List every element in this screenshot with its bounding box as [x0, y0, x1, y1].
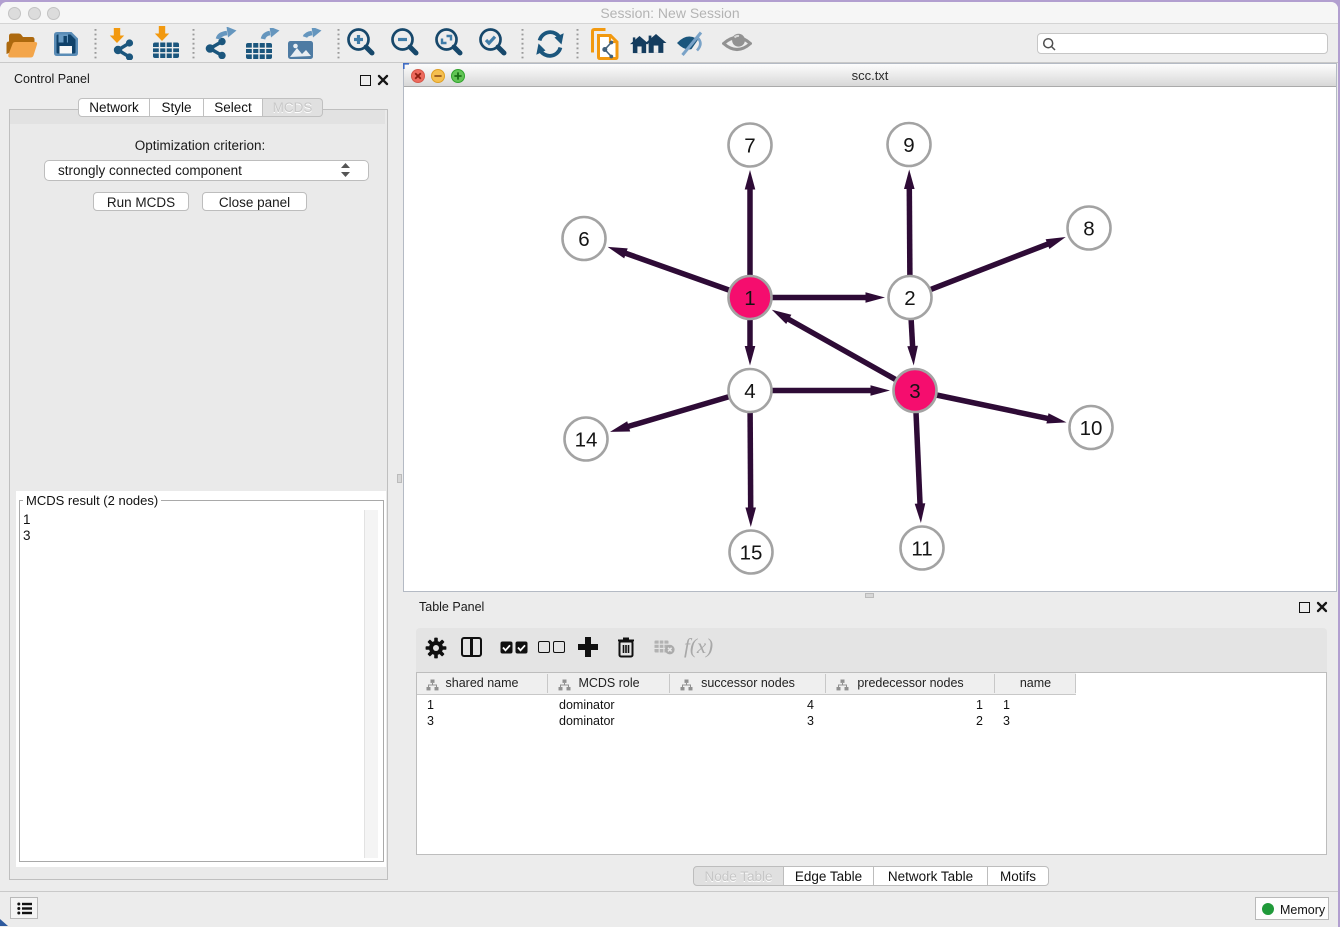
svg-text:4: 4 — [744, 380, 755, 403]
svg-text:15: 15 — [740, 541, 763, 564]
svg-text:1: 1 — [744, 287, 755, 310]
svg-text:10: 10 — [1080, 417, 1103, 440]
svg-text:14: 14 — [575, 428, 598, 451]
svg-text:11: 11 — [911, 537, 932, 560]
svg-text:6: 6 — [578, 228, 589, 251]
svg-text:9: 9 — [903, 134, 914, 157]
svg-text:2: 2 — [904, 287, 915, 310]
svg-text:8: 8 — [1083, 217, 1094, 240]
svg-text:3: 3 — [909, 380, 920, 403]
svg-text:7: 7 — [744, 134, 755, 157]
